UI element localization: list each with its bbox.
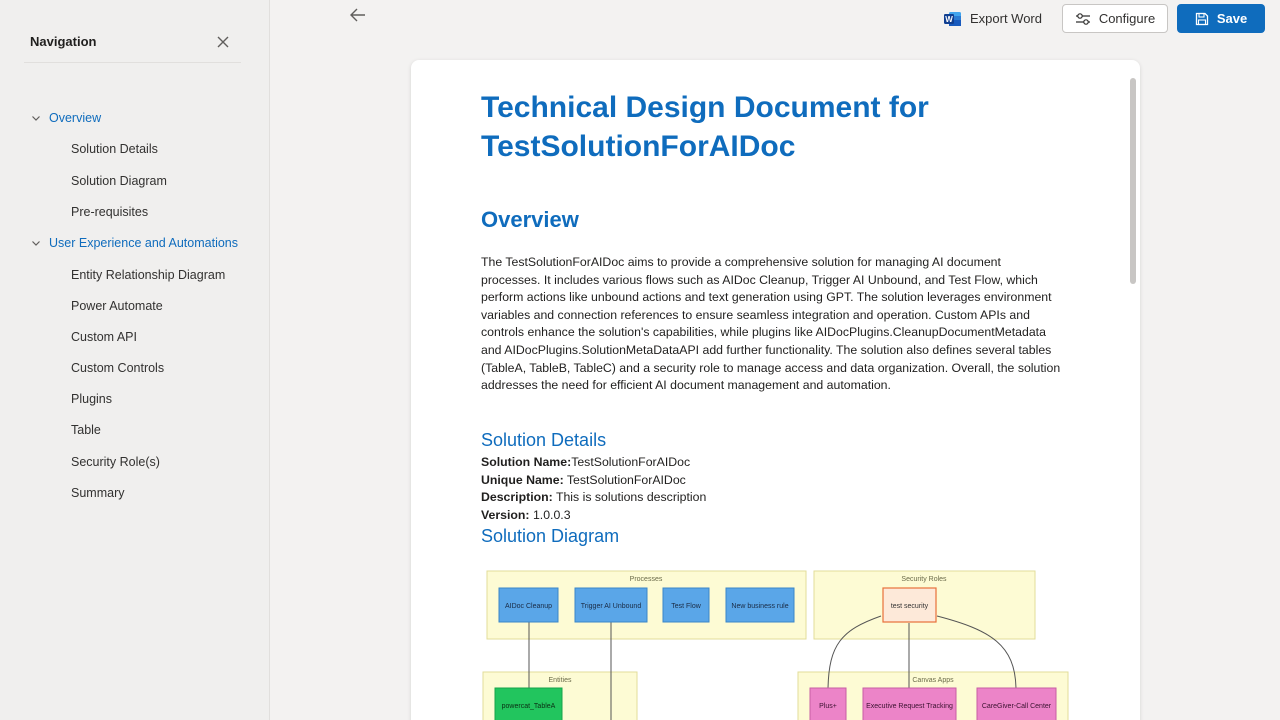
back-arrow-icon[interactable] bbox=[348, 6, 368, 24]
security-roles-group-label: Security Roles bbox=[901, 576, 947, 583]
navigation-header: Navigation bbox=[24, 30, 241, 63]
nav-item-summary[interactable]: Summary bbox=[71, 486, 124, 500]
nav-item-power-automate[interactable]: Power Automate bbox=[71, 299, 163, 313]
process-node-label: AIDoc Cleanup bbox=[505, 603, 552, 610]
sliders-icon bbox=[1075, 12, 1090, 25]
process-node-label: New business rule bbox=[731, 603, 788, 610]
security-role-label: test security bbox=[891, 603, 929, 610]
process-node-label: Trigger AI Unbound bbox=[581, 603, 642, 610]
configure-label: Configure bbox=[1098, 11, 1156, 26]
canvas-app-label: Plus+ bbox=[819, 703, 837, 710]
export-word-button[interactable]: W Export Word bbox=[938, 4, 1048, 33]
configure-button[interactable]: Configure bbox=[1062, 4, 1168, 33]
canvas-apps-group-label: Canvas Apps bbox=[912, 677, 954, 684]
navigation-sidebar: Navigation Overview Solution Details Sol… bbox=[0, 0, 270, 720]
svg-text:W: W bbox=[945, 15, 953, 24]
processes-group-label: Processes bbox=[630, 576, 663, 583]
process-node-label: Test Flow bbox=[671, 603, 702, 610]
save-label: Save bbox=[1216, 11, 1248, 26]
canvas-app-label: Executive Request Tracking bbox=[866, 703, 953, 710]
export-word-label: Export Word bbox=[969, 11, 1042, 26]
nav-item-table[interactable]: Table bbox=[71, 423, 101, 437]
entities-group-label: Entities bbox=[549, 677, 572, 684]
entity-node-label: powercat_TableA bbox=[502, 703, 556, 710]
nav-item-security-roles[interactable]: Security Role(s) bbox=[71, 455, 160, 469]
canvas-app-label: CareGiver-Call Center bbox=[982, 703, 1052, 710]
solution-diagram: Processes Security Roles Entities Canvas… bbox=[482, 570, 1069, 720]
nav-item-custom-controls[interactable]: Custom Controls bbox=[71, 361, 164, 375]
nav-item-pre-requisites[interactable]: Pre-requisites bbox=[71, 205, 148, 219]
chevron-down-icon[interactable] bbox=[31, 113, 41, 123]
nav-item-custom-api[interactable]: Custom API bbox=[71, 330, 137, 344]
nav-item-plugins[interactable]: Plugins bbox=[71, 392, 112, 406]
document-card: Technical Design Document for TestSoluti… bbox=[411, 60, 1140, 720]
save-button[interactable]: Save bbox=[1177, 4, 1265, 33]
word-icon: W bbox=[943, 11, 961, 26]
close-icon[interactable] bbox=[215, 34, 231, 50]
save-icon bbox=[1195, 12, 1208, 25]
navigation-title: Navigation bbox=[30, 34, 97, 49]
nav-item-solution-diagram[interactable]: Solution Diagram bbox=[71, 174, 167, 188]
nav-item-entity-relationship-diagram[interactable]: Entity Relationship Diagram bbox=[71, 268, 225, 282]
nav-section-user-experience[interactable]: User Experience and Automations bbox=[49, 236, 238, 250]
chevron-down-icon[interactable] bbox=[31, 238, 41, 248]
nav-section-overview[interactable]: Overview bbox=[49, 111, 101, 125]
nav-item-solution-details[interactable]: Solution Details bbox=[71, 142, 158, 156]
